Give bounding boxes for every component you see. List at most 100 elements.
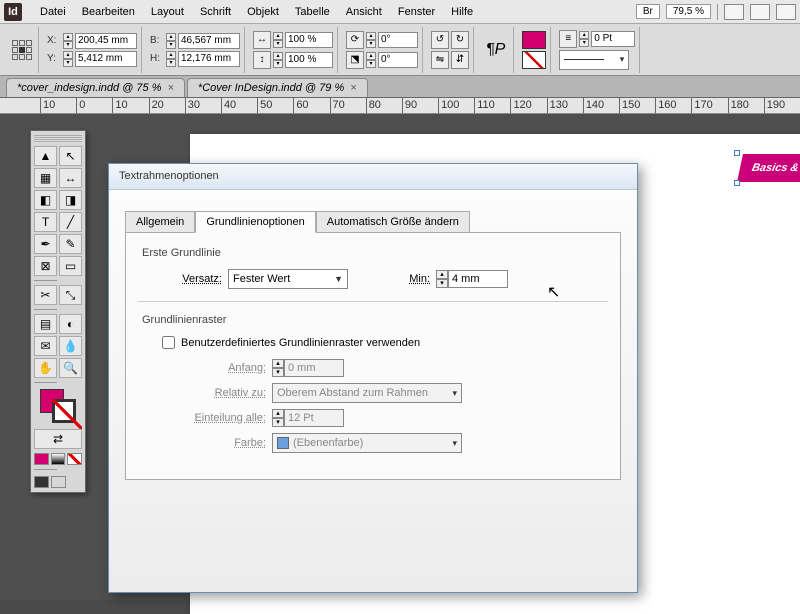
min-spinner[interactable]: ▴▾	[436, 270, 448, 288]
first-baseline-legend: Erste Grundlinie	[142, 247, 604, 259]
menu-layout[interactable]: Layout	[143, 2, 192, 22]
menu-table[interactable]: Tabelle	[287, 2, 338, 22]
start-field	[284, 359, 344, 377]
h-field[interactable]	[178, 51, 240, 67]
zoom-level[interactable]: 79,5 %	[666, 4, 711, 19]
menu-object[interactable]: Objekt	[239, 2, 287, 22]
shear-spinner[interactable]: ▴▾	[366, 52, 376, 68]
flip-v-icon[interactable]: ⇵	[451, 51, 469, 69]
dialog-tab-auto-size[interactable]: Automatisch Größe ändern	[316, 211, 470, 233]
rotate-cw-icon[interactable]: ↻	[451, 31, 469, 49]
document-tab-2[interactable]: *Cover InDesign.indd @ 79 %×	[187, 78, 368, 97]
text-frame-options-dialog: Textrahmenoptionen Allgemein Grundlinien…	[108, 163, 638, 593]
rectangle-frame-tool[interactable]: ⊠	[34, 256, 57, 276]
screen-mode-icon[interactable]	[750, 4, 770, 20]
selected-text-frame[interactable]: Basics &	[737, 154, 800, 182]
pencil-tool[interactable]: ✎	[59, 234, 82, 254]
preview-view-icon[interactable]	[51, 476, 66, 488]
fill-color-swatch[interactable]	[522, 31, 546, 49]
close-tab-icon[interactable]: ×	[167, 82, 173, 94]
document-tab-1[interactable]: *cover_indesign.indd @ 75 %×	[6, 78, 185, 97]
color-label: Farbe:	[162, 437, 266, 449]
page-tool[interactable]: ▦	[34, 168, 57, 188]
direct-selection-tool[interactable]: ↖	[59, 146, 82, 166]
rotate-field[interactable]	[378, 32, 418, 48]
reference-point[interactable]	[6, 27, 39, 73]
offset-label: Versatz:	[162, 273, 222, 285]
scale-x-field[interactable]	[285, 32, 333, 48]
offset-dropdown[interactable]: Fester Wert▼	[228, 269, 348, 289]
horizontal-ruler[interactable]: 100 1020 3040 5060 7080 90100 110120 130…	[0, 98, 800, 114]
flip-h-icon[interactable]: ⇋	[431, 51, 449, 69]
type-tool[interactable]: T	[34, 212, 57, 232]
stroke-color-swatch[interactable]	[522, 51, 546, 69]
dialog-tab-baseline-options[interactable]: Grundlinienoptionen	[195, 211, 315, 233]
menu-type[interactable]: Schrift	[192, 2, 239, 22]
dialog-tab-general[interactable]: Allgemein	[125, 211, 195, 233]
selection-tool[interactable]: ▲	[34, 146, 57, 166]
app-icon: Id	[4, 3, 22, 21]
rotate-icon: ⟳	[346, 31, 364, 49]
content-placer-tool[interactable]: ◨	[59, 190, 82, 210]
free-transform-tool[interactable]: ⤡	[59, 285, 82, 305]
w-label: B:	[150, 35, 164, 46]
stroke-weight-field[interactable]	[591, 31, 635, 47]
w-field[interactable]	[178, 33, 240, 49]
relative-dropdown: Oberem Abstand zum Rahmen▾	[272, 383, 462, 403]
min-label: Min:	[400, 273, 430, 285]
dialog-title[interactable]: Textrahmenoptionen	[109, 164, 637, 190]
scissors-tool[interactable]: ✂	[34, 285, 57, 305]
rectangle-tool[interactable]: ▭	[59, 256, 82, 276]
apply-color-icon[interactable]	[34, 453, 49, 465]
scale-y-spinner[interactable]: ▴▾	[273, 52, 283, 68]
zoom-tool[interactable]: 🔍	[59, 358, 82, 378]
menu-help[interactable]: Hilfe	[443, 2, 481, 22]
tools-panel[interactable]: ▲ ↖ ▦ ↔ ◧ ◨ T ╱ ✒ ✎ ⊠ ▭ ✂ ⤡ ▤ ◐ ✉ 💧 ✋ 🔍 …	[30, 130, 86, 493]
y-spinner[interactable]: ▴▾	[63, 51, 73, 67]
close-tab-icon[interactable]: ×	[350, 82, 356, 94]
x-spinner[interactable]: ▴▾	[63, 33, 73, 49]
normal-view-icon[interactable]	[34, 476, 49, 488]
note-tool[interactable]: ✉	[34, 336, 57, 356]
dialog-panel: Erste Grundlinie Versatz: Fester Wert▼ M…	[125, 232, 621, 480]
gradient-swatch-tool[interactable]: ▤	[34, 314, 57, 334]
h-spinner[interactable]: ▴▾	[166, 51, 176, 67]
menu-window[interactable]: Fenster	[390, 2, 443, 22]
view-mode-icon[interactable]	[724, 4, 744, 20]
bridge-button[interactable]: Br	[636, 4, 660, 19]
apply-gradient-icon[interactable]	[51, 453, 66, 465]
start-label: Anfang:	[162, 362, 266, 374]
pen-tool[interactable]: ✒	[34, 234, 57, 254]
formatting-affects-toggle[interactable]: ⇄	[34, 429, 82, 449]
eyedropper-tool[interactable]: 💧	[59, 336, 82, 356]
panel-grip[interactable]	[34, 135, 82, 143]
menu-view[interactable]: Ansicht	[338, 2, 390, 22]
start-spinner: ▴▾	[272, 359, 284, 377]
scale-y-icon: ↕	[253, 51, 271, 69]
arrange-icon[interactable]	[776, 4, 796, 20]
apply-none-icon[interactable]	[67, 453, 82, 465]
menu-edit[interactable]: Bearbeiten	[74, 2, 143, 22]
rotate-ccw-icon[interactable]: ↺	[431, 31, 449, 49]
scale-x-spinner[interactable]: ▴▾	[273, 32, 283, 48]
custom-baseline-checkbox[interactable]	[162, 336, 175, 349]
custom-baseline-label: Benutzerdefiniertes Grundlinienraster ve…	[181, 337, 420, 349]
stroke-style-dropdown[interactable]: ▾	[559, 50, 629, 70]
min-field[interactable]	[448, 270, 508, 288]
shear-icon: ⬔	[346, 51, 364, 69]
w-spinner[interactable]: ▴▾	[166, 33, 176, 49]
gradient-feather-tool[interactable]: ◐	[59, 314, 82, 334]
hand-tool[interactable]: ✋	[34, 358, 57, 378]
gap-tool[interactable]: ↔	[59, 168, 82, 188]
y-field[interactable]	[75, 51, 137, 67]
rotate-spinner[interactable]: ▴▾	[366, 32, 376, 48]
fill-stroke-swatch[interactable]	[34, 387, 82, 427]
x-field[interactable]	[75, 33, 137, 49]
stroke-spinner[interactable]: ▴▾	[579, 31, 589, 47]
content-collector-tool[interactable]: ◧	[34, 190, 57, 210]
line-tool[interactable]: ╱	[59, 212, 82, 232]
scale-y-field[interactable]	[285, 52, 333, 68]
shear-field[interactable]	[378, 52, 418, 68]
paragraph-style-icon[interactable]: ¶P	[482, 41, 509, 59]
menu-file[interactable]: Datei	[32, 2, 74, 22]
